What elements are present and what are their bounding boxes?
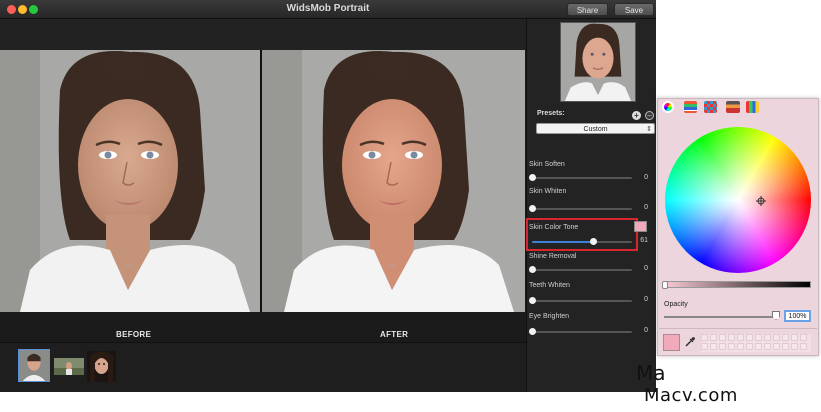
empty-swatch-cell[interactable] (791, 334, 798, 341)
empty-swatch-cell[interactable] (764, 343, 771, 350)
skin-color-tone-slider[interactable] (532, 238, 632, 245)
thumbnail-3[interactable] (87, 351, 116, 382)
eyedropper-icon[interactable] (684, 336, 696, 348)
screenshot-stage: WidsMob Portrait Share Save BEFORE AFTER… (0, 0, 821, 412)
empty-swatch-cell[interactable] (782, 334, 789, 341)
empty-swatch-cell[interactable] (755, 334, 762, 341)
color-wheel[interactable] (665, 127, 811, 273)
slider-knob[interactable] (529, 328, 536, 335)
minus-circle-icon[interactable]: – (645, 111, 654, 120)
presets-selected-value: Custom (583, 126, 608, 133)
skin-color-tone-value: 61 (640, 237, 648, 244)
skin-color-tone-label: Skin Color Tone (529, 224, 579, 231)
teeth-whiten-value: 0 (644, 296, 648, 303)
teeth-whiten-label: Teeth Whiten (529, 282, 570, 289)
shine-removal-slider[interactable] (529, 266, 632, 273)
crayons-icon[interactable] (746, 101, 759, 113)
empty-swatch-cell[interactable] (701, 343, 708, 350)
empty-swatch-cell[interactable] (773, 334, 780, 341)
brightness-knob[interactable] (662, 281, 668, 289)
crosshair-icon[interactable] (756, 196, 766, 206)
watermark-text: Ma (636, 361, 666, 385)
eye-brighten-value: 0 (644, 327, 648, 334)
skin-whiten-value: 0 (644, 204, 648, 211)
empty-swatch-cell[interactable] (737, 343, 744, 350)
watermark-url: Macv.com (644, 385, 738, 406)
presets-label: Presets: (537, 110, 565, 117)
shine-removal-value: 0 (644, 265, 648, 272)
color-wheel-icon[interactable] (662, 101, 674, 113)
preview-thumbnail (560, 22, 636, 102)
compare-label-bar (0, 312, 526, 342)
after-photo (262, 50, 525, 312)
empty-swatch-cell[interactable] (701, 334, 708, 341)
save-button[interactable]: Save (614, 3, 654, 16)
before-label: BEFORE (116, 330, 152, 339)
skin-color-tone-highlight (526, 218, 638, 251)
slider-knob[interactable] (529, 266, 536, 273)
empty-swatch-cell[interactable] (710, 334, 717, 341)
chevron-updown-icon: ⇕ (646, 126, 652, 133)
slider-knob[interactable] (590, 238, 597, 245)
opacity-label: Opacity (664, 301, 688, 308)
slider-knob[interactable] (529, 205, 536, 212)
brightness-slider[interactable] (665, 281, 811, 288)
slider-knob[interactable] (529, 297, 536, 304)
skin-soften-value: 0 (644, 174, 648, 181)
empty-swatch-cell[interactable] (728, 343, 735, 350)
after-label: AFTER (380, 330, 409, 339)
empty-swatch-cell[interactable] (800, 334, 807, 341)
slider-knob[interactable] (529, 174, 536, 181)
slider-fill (532, 241, 593, 243)
empty-swatch-cell[interactable] (719, 343, 726, 350)
skin-soften-label: Skin Soften (529, 161, 565, 168)
top-toolbar-area (0, 19, 526, 50)
opacity-slider[interactable] (664, 316, 778, 318)
empty-swatch-cell[interactable] (719, 334, 726, 341)
empty-swatch-cell[interactable] (791, 343, 798, 350)
empty-swatch-cell[interactable] (746, 334, 753, 341)
empty-swatch-cell[interactable] (737, 334, 744, 341)
skin-whiten-slider[interactable] (529, 205, 632, 212)
empty-swatch-cell[interactable] (710, 343, 717, 350)
eye-brighten-slider[interactable] (529, 328, 632, 335)
skin-soften-slider[interactable] (529, 174, 632, 181)
empty-swatch-cell[interactable] (773, 343, 780, 350)
empty-swatch-cell[interactable] (755, 343, 762, 350)
thumbnail-1[interactable] (18, 349, 50, 382)
color-sliders-icon[interactable] (684, 101, 697, 113)
window-title: WidsMob Portrait (286, 3, 370, 14)
empty-swatch-cell[interactable] (728, 334, 735, 341)
color-palettes-icon[interactable] (704, 101, 717, 113)
thumbnail-2[interactable] (54, 358, 84, 375)
plus-circle-icon[interactable]: + (632, 111, 641, 120)
shine-removal-label: Shine Removal (529, 253, 577, 260)
teeth-whiten-slider[interactable] (529, 297, 632, 304)
color-swatch-grid (701, 334, 811, 352)
empty-swatch-cell[interactable] (782, 343, 789, 350)
opacity-input[interactable]: 100% (784, 310, 811, 322)
empty-swatch-cell[interactable] (800, 343, 807, 350)
image-palettes-icon[interactable] (726, 101, 740, 113)
eye-brighten-label: Eye Brighten (529, 313, 570, 320)
skin-whiten-label: Skin Whiten (529, 188, 567, 195)
current-color-swatch[interactable] (663, 334, 680, 351)
presets-dropdown[interactable]: Custom ⇕ (536, 123, 655, 134)
picker-divider (659, 328, 817, 329)
before-photo (0, 50, 260, 312)
empty-swatch-cell[interactable] (746, 343, 753, 350)
empty-swatch-cell[interactable] (764, 334, 771, 341)
share-button[interactable]: Share (567, 3, 608, 16)
skin-color-swatch-button[interactable] (634, 221, 647, 232)
